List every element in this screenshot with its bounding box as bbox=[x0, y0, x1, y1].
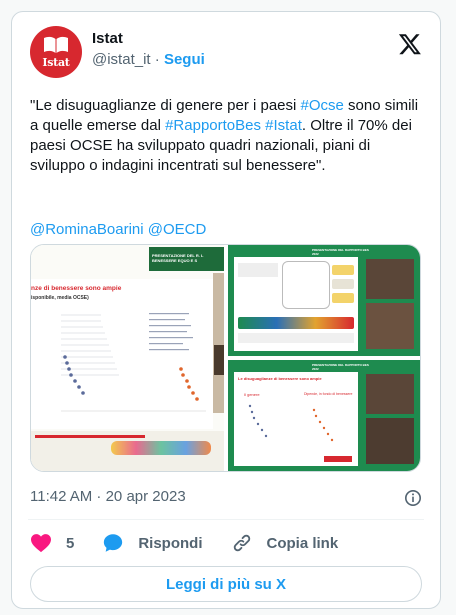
slide-header-banner: PRESENTAZIONE DEL R. L BENESSERE EQUO E … bbox=[149, 247, 224, 271]
author-handle[interactable]: @istat_it bbox=[92, 51, 151, 68]
avatar[interactable]: Istat bbox=[30, 26, 82, 78]
framework-tag bbox=[332, 265, 354, 275]
media-slide-framework[interactable]: PRESENTAZIONE DEL RAPPORTO BES 2022 bbox=[228, 245, 420, 356]
book-logo-icon bbox=[44, 36, 68, 53]
slide-footer-panel bbox=[31, 431, 224, 471]
speaker-video-thumb bbox=[366, 259, 414, 299]
istat-logo-mark bbox=[324, 456, 352, 462]
copy-link-label: Copia link bbox=[266, 534, 339, 552]
speaker-video-thumb bbox=[366, 374, 414, 414]
speaker-video-thumb bbox=[366, 418, 414, 464]
reply-label: Rispondi bbox=[138, 534, 203, 552]
framework-tag bbox=[332, 279, 354, 289]
copy-link-button[interactable]: Copia link bbox=[231, 532, 339, 554]
slide-header-text: PRESENTAZIONE DEL R. L BENESSERE EQUO E … bbox=[152, 253, 204, 263]
framework-list-box bbox=[282, 261, 330, 309]
tweet-text-segment: "Le disuguaglianze di genere per i paesi bbox=[30, 97, 301, 114]
mention-link-oecd[interactable]: @OECD bbox=[148, 221, 207, 238]
slide-chart-title: Le disuguaglianze di benessere sono ampi… bbox=[238, 376, 322, 381]
media-slide-inequality[interactable]: PRESENTAZIONE DEL RAPPORTO BES 2022 Le d… bbox=[228, 360, 420, 471]
tweet-timestamp[interactable]: 11:42 AM · 20 apr 2023 bbox=[30, 488, 186, 505]
mention-link-rominaboarini[interactable]: @RominaBoarini bbox=[30, 221, 144, 238]
media-slide-chart[interactable]: PRESENTAZIONE DEL R. L BENESSERE EQUO E … bbox=[31, 245, 224, 471]
reply-button[interactable]: Rispondi bbox=[102, 532, 203, 554]
slide-dot-chart bbox=[61, 313, 206, 412]
reply-icon bbox=[104, 534, 123, 552]
x-logo-icon[interactable] bbox=[398, 32, 422, 56]
framework-arrow-bar bbox=[238, 317, 354, 329]
read-more-label: Leggi di più su X bbox=[166, 575, 286, 593]
link-icon bbox=[233, 534, 250, 552]
tweet-media-grid[interactable]: PRESENTAZIONE DEL R. L BENESSERE EQUO E … bbox=[30, 244, 421, 472]
info-icon[interactable] bbox=[404, 489, 422, 507]
follow-button[interactable]: Segui bbox=[164, 51, 205, 68]
slide-chart-subtitle: isponibile, media OCSE) bbox=[31, 295, 89, 301]
divider bbox=[28, 519, 424, 520]
slide-dot-chart bbox=[248, 404, 334, 442]
avatar-brand-text: Istat bbox=[42, 56, 70, 69]
slide-header-text: PRESENTAZIONE DEL RAPPORTO BES 2022 bbox=[312, 248, 369, 256]
framework-box bbox=[238, 263, 278, 277]
tweet-mentions: @RominaBoarini @OECD bbox=[30, 220, 206, 240]
framework-footer bbox=[238, 333, 354, 343]
tweet-text: "Le disuguaglianze di genere per i paesi… bbox=[30, 96, 426, 176]
slide-header-text: PRESENTAZIONE DEL RAPPORTO BES 2022 bbox=[312, 363, 369, 371]
hashtag-link-istat[interactable]: #Istat bbox=[265, 117, 302, 134]
speaker-frame-thumb bbox=[214, 345, 224, 375]
separator-dot: · bbox=[154, 51, 160, 68]
framework-tag bbox=[332, 293, 354, 303]
side-video-strip bbox=[213, 273, 224, 413]
tweet-header: Istat Istat @istat_it · Segui bbox=[30, 26, 424, 78]
like-count: 5 bbox=[66, 534, 75, 552]
slide-label: Il genere bbox=[244, 392, 260, 397]
slide-inequality-panel: Le disuguaglianze di benessere sono ampi… bbox=[234, 372, 358, 466]
slide-framework-panel bbox=[234, 257, 358, 351]
audience-video-thumb bbox=[366, 303, 414, 349]
tweet-actions: 5 Rispondi Copia link bbox=[30, 531, 366, 555]
slide-chart-panel: nze di benessere sono ampie isponibile, … bbox=[31, 279, 213, 429]
author-name[interactable]: Istat bbox=[92, 30, 123, 47]
like-button[interactable]: 5 bbox=[30, 533, 74, 553]
slide-illustration bbox=[111, 441, 211, 455]
tweet-card: Istat Istat @istat_it · Segui "Le disugu… bbox=[11, 11, 441, 609]
hashtag-link-rapportobes[interactable]: #RapportoBes bbox=[165, 117, 261, 134]
hashtag-link-ocse[interactable]: #Ocse bbox=[301, 97, 344, 114]
read-more-button[interactable]: Leggi di più su X bbox=[30, 566, 422, 602]
heart-icon bbox=[31, 534, 51, 553]
slide-footer-note bbox=[35, 435, 145, 438]
author-handle-line: @istat_it · Segui bbox=[92, 51, 205, 68]
